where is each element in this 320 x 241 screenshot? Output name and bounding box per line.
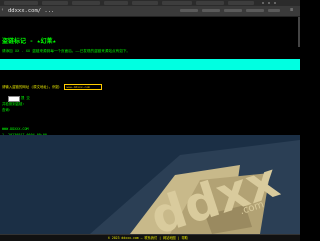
banner-image: ddxx .com — [0, 135, 300, 234]
query-label: 查询: — [2, 108, 11, 112]
instruction-line: 请输入盗链的网址 (原文地址)。例如： www.ddxxx.com — [2, 84, 103, 90]
window-dot-icon — [268, 2, 270, 4]
browser-tab[interactable] — [72, 1, 100, 5]
browser-tab[interactable] — [104, 1, 128, 5]
url-bar[interactable]: ‹ ddxxx.com/ ... ≡ — [0, 6, 300, 17]
browser-tab[interactable] — [162, 1, 192, 5]
page-title: 盗链标记 - ★幻莱★ — [2, 38, 57, 45]
toolbar-item[interactable] — [246, 9, 264, 12]
toolbar-item[interactable] — [268, 9, 280, 12]
back-icon[interactable]: ‹ — [1, 8, 5, 13]
toolbar-item[interactable] — [224, 9, 242, 12]
url-text[interactable]: ddxxx.com/ ... — [8, 7, 54, 15]
browser-tab[interactable] — [42, 1, 68, 5]
footer-text[interactable]: © 2023 ddxxx.com — 联系我们 | 网站地图 | 帮助 — [108, 235, 188, 241]
scrollbar[interactable] — [298, 17, 300, 47]
toolbar-item[interactable] — [202, 9, 220, 12]
toolbar-item[interactable] — [180, 9, 198, 12]
highlight-band — [0, 59, 300, 70]
banner-graphic: ddxx .com — [0, 135, 300, 234]
submit-label[interactable]: 提 交 — [21, 96, 30, 101]
menu-icon[interactable]: ≡ — [290, 8, 294, 13]
browser-tab[interactable] — [196, 1, 224, 5]
window-dot-icon — [274, 2, 276, 4]
window-dot-icon — [262, 2, 264, 4]
browser-tab[interactable] — [4, 1, 38, 5]
detected-count: 共检测到盗链: — [2, 102, 25, 106]
instruction-text: 请输入盗链的网址 (原文地址)。例如： — [2, 85, 63, 89]
browser-tab[interactable] — [228, 1, 254, 5]
detail-domain: WWW.DDXXX.COM — [2, 127, 29, 131]
page-subtitle: 请添加 XX - XX 盗链来源到每一个页面后。——已发现的盗链来源站点有如下。 — [2, 49, 131, 53]
browser-tab[interactable] — [132, 1, 158, 5]
url-input[interactable]: www.ddxxx.com — [64, 84, 103, 90]
